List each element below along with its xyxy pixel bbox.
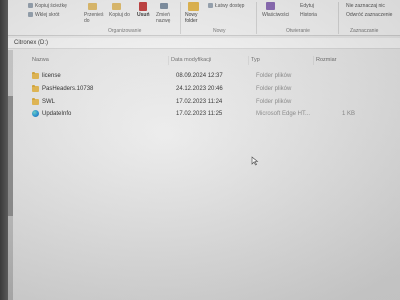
file-type: Folder plików xyxy=(256,86,292,92)
column-divider xyxy=(313,56,314,65)
file-type: Folder plików xyxy=(256,99,292,105)
delete-icon xyxy=(139,2,147,11)
file-size: 1 KB xyxy=(342,111,356,117)
history-button[interactable]: Historia xyxy=(300,12,317,18)
column-header-size[interactable]: Rozmiar xyxy=(316,57,336,63)
mouse-cursor-icon xyxy=(251,156,259,166)
column-header-date[interactable]: Data modyfikacji xyxy=(171,57,211,63)
copy-to-icon xyxy=(112,3,121,10)
file-date: 08.09.2024 12:37 xyxy=(176,73,223,79)
invert-selection-button[interactable]: Odwróć zaznaczenie xyxy=(346,12,392,18)
rename-button[interactable]: Zmień nazwę xyxy=(156,12,176,24)
file-row[interactable]: UpdateInfo 17.02.2023 11:25 Microsoft Ed… xyxy=(22,110,382,120)
folder-icon xyxy=(32,98,39,105)
easy-access-button[interactable]: Łatwy dostęp xyxy=(215,3,244,9)
file-row[interactable]: SWL 17.02.2023 11:24 Folder plików xyxy=(22,98,382,108)
file-type: Folder plików xyxy=(256,73,292,79)
navigation-pane-edge xyxy=(8,50,13,300)
delete-button[interactable]: Usuń xyxy=(137,12,150,18)
edge-icon xyxy=(32,110,39,117)
easy-access-icon xyxy=(208,3,213,8)
navigation-pane-selection xyxy=(8,96,13,216)
ribbon: Kopiuj ścieżkę Wklej skrót Przenieś do K… xyxy=(8,0,400,36)
paste-shortcut-icon xyxy=(28,12,33,17)
file-name: SWL xyxy=(42,99,56,105)
screen-bezel xyxy=(0,0,8,300)
address-bar[interactable]: Citronex (D:) xyxy=(8,38,400,49)
new-folder-icon xyxy=(188,2,199,11)
file-date: 17.02.2023 11:24 xyxy=(176,99,223,105)
edit-button[interactable]: Edytuj xyxy=(300,3,314,9)
copy-to-button[interactable]: Kopiuj do xyxy=(109,12,131,18)
folder-icon xyxy=(32,85,39,92)
properties-button[interactable]: Właściwości xyxy=(262,12,289,18)
file-row[interactable]: PasHeaders.10738 24.12.2023 20:46 Folder… xyxy=(22,85,382,95)
move-to-icon xyxy=(88,3,97,10)
new-folder-button[interactable]: Nowy folder xyxy=(185,12,205,24)
ribbon-separator xyxy=(338,2,339,34)
move-to-button[interactable]: Przenieś do xyxy=(84,12,106,24)
group-open-label: Otwieranie xyxy=(286,28,310,34)
group-select-label: Zaznaczanie xyxy=(350,28,379,34)
file-name: PasHeaders.10738 xyxy=(42,86,94,92)
properties-icon xyxy=(266,2,275,10)
ribbon-separator xyxy=(256,2,257,34)
group-new-label: Nowy xyxy=(213,28,226,34)
none-selected-button[interactable]: Nie zaznaczaj nic xyxy=(346,3,385,9)
ribbon-separator xyxy=(180,2,181,34)
copy-path-button[interactable]: Kopiuj ścieżkę xyxy=(35,3,67,9)
paste-shortcut-button[interactable]: Wklej skrót xyxy=(35,12,59,18)
copy-path-icon xyxy=(28,3,33,8)
address-path: Citronex (D:) xyxy=(14,40,49,46)
file-date: 24.12.2023 20:46 xyxy=(176,86,223,92)
file-date: 17.02.2023 11:25 xyxy=(176,111,223,117)
file-name: UpdateInfo xyxy=(42,111,72,117)
column-header-name[interactable]: Nazwa xyxy=(32,57,49,63)
file-explorer-window: Kopiuj ścieżkę Wklej skrót Przenieś do K… xyxy=(8,0,400,300)
column-header-type[interactable]: Typ xyxy=(251,57,260,63)
rename-icon xyxy=(160,3,168,9)
column-divider xyxy=(248,56,249,65)
file-row[interactable]: license 08.09.2024 12:37 Folder plików xyxy=(22,72,382,82)
column-divider xyxy=(168,56,169,65)
file-type: Microsoft Edge HT... xyxy=(256,111,311,117)
folder-icon xyxy=(32,72,39,79)
file-name: license xyxy=(42,73,61,79)
group-organize-label: Organizowanie xyxy=(108,28,142,34)
